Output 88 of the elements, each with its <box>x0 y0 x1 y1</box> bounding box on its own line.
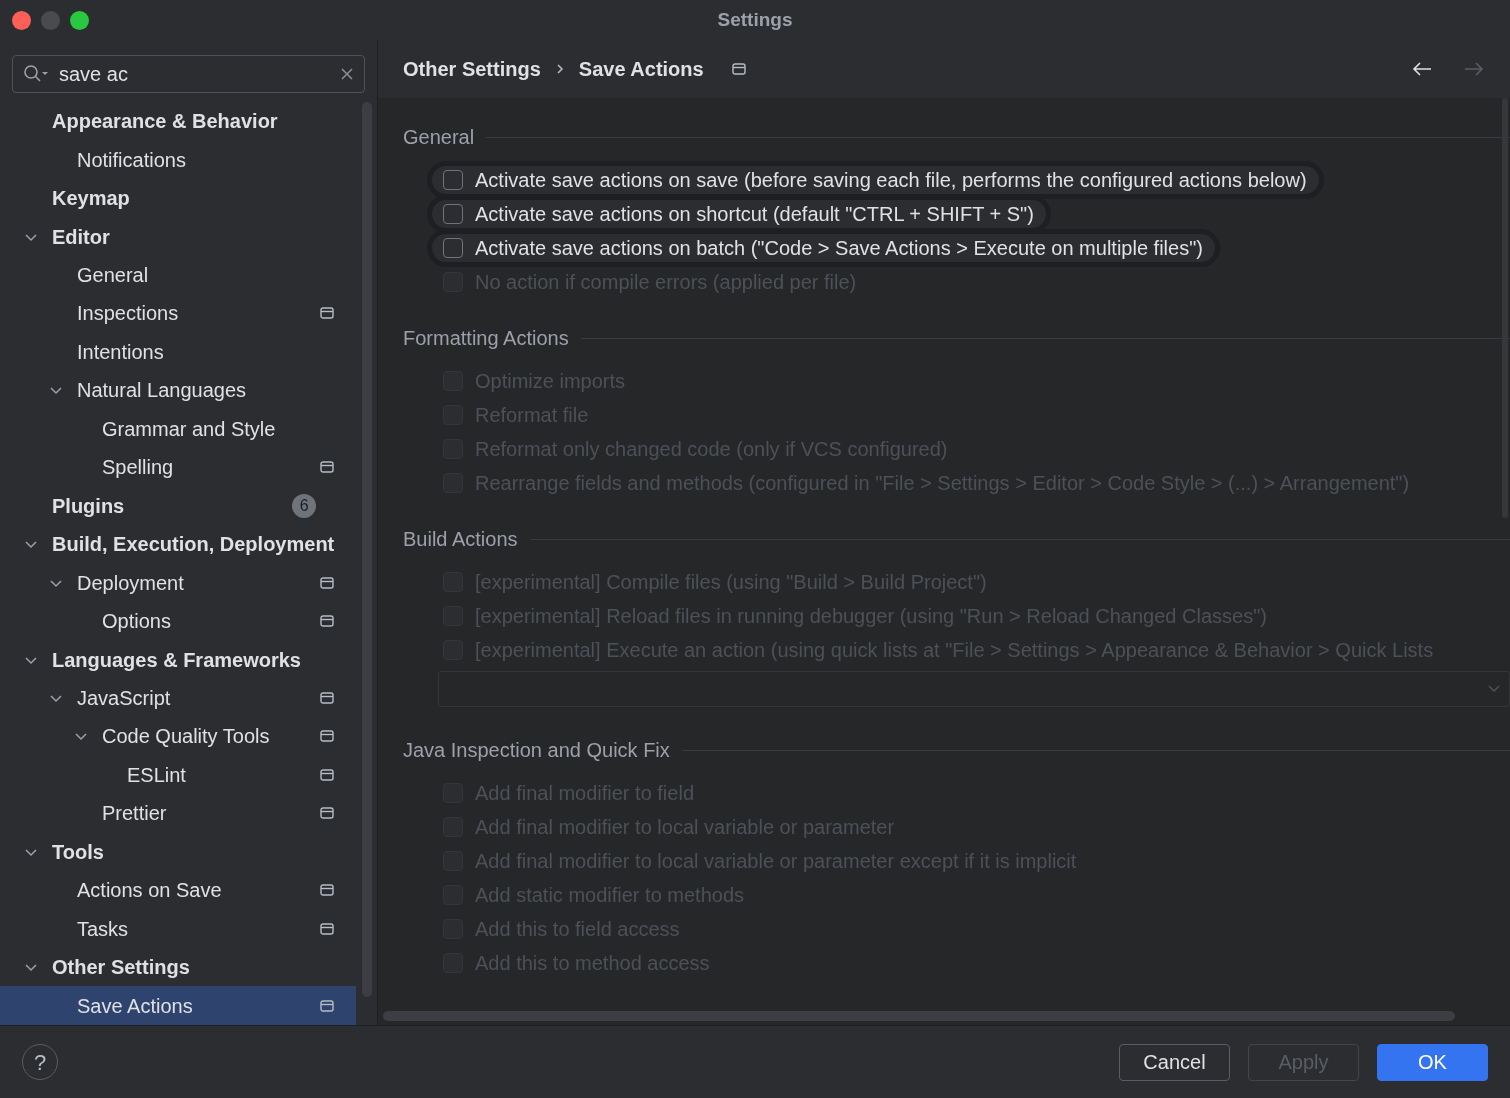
checkbox-label: Activate save actions on save (before saving each file, performs the configured actions below) <box>475 168 1307 193</box>
checkbox[interactable] <box>443 170 463 190</box>
window-icon <box>320 692 335 704</box>
search-query: save ac <box>59 62 129 87</box>
checkbox[interactable] <box>443 204 463 224</box>
tree-item-label: Notifications <box>77 147 186 173</box>
tree-item-label: Tools <box>52 839 104 865</box>
tree-item-label: Intentions <box>77 339 164 365</box>
dialog-button[interactable]: Cancel <box>1119 1043 1230 1081</box>
tree-item[interactable]: Spelling <box>0 448 357 487</box>
tree-item[interactable]: Natural Languages <box>0 371 357 410</box>
tree-item[interactable]: Other Settings <box>0 947 357 987</box>
tree-item-label: Grammar and Style <box>102 416 276 442</box>
tree-item[interactable]: ESLint <box>0 755 357 795</box>
clear-icon[interactable] <box>340 67 354 81</box>
tree-item[interactable]: Tools <box>0 832 357 872</box>
tree-item-label: Actions on Save <box>77 878 222 904</box>
search-field[interactable]: save ac <box>12 55 365 93</box>
window-icon <box>320 922 335 935</box>
tree-item[interactable]: Appearance & Behavior <box>0 102 357 141</box>
tree-item[interactable]: Build, Execution, Deployment <box>0 525 357 564</box>
tree-item[interactable]: Options <box>0 601 357 641</box>
tree-item[interactable]: Actions on Save <box>0 871 357 910</box>
forward-arrow-icon[interactable] <box>1463 61 1485 77</box>
window-icon <box>320 576 335 589</box>
chevron-down-icon <box>1487 684 1501 694</box>
tree-item[interactable]: Intentions <box>0 332 357 372</box>
section-title: Java Inspection and Quick Fix <box>403 738 670 763</box>
tree-item-label: Natural Languages <box>77 378 246 404</box>
window-icon <box>320 884 335 897</box>
close-window-button[interactable] <box>12 10 31 30</box>
tree-item-label: Code Quality Tools <box>102 724 270 750</box>
tree-item[interactable]: JavaScript <box>0 678 357 718</box>
tree-item-label: Inspections <box>77 301 179 327</box>
count-badge: 6 <box>292 493 317 518</box>
window-icon <box>320 999 335 1012</box>
tree-item-label: ESLint <box>127 762 186 788</box>
breadcrumb-item[interactable]: Other Settings <box>403 54 541 84</box>
tree-item[interactable]: Plugins 6 <box>0 486 357 525</box>
section-title: General <box>403 125 475 150</box>
window-icon <box>320 307 335 320</box>
tree-item[interactable]: Prettier <box>0 794 357 833</box>
tree-item-label: Editor <box>52 224 110 250</box>
section-title: Formatting Actions <box>403 326 569 351</box>
window-icon <box>320 615 335 628</box>
tree-item[interactable]: Tasks <box>0 909 357 948</box>
tree-item[interactable]: Notifications <box>0 140 357 179</box>
tree-item-label: Options <box>102 609 171 635</box>
breadcrumb-separator-icon <box>554 63 565 75</box>
window-icon <box>320 730 335 743</box>
tree-item-label: Deployment <box>77 570 184 596</box>
checkbox[interactable] <box>443 238 463 258</box>
checkbox-label: Activate save actions on shortcut (default "CTRL + SHIFT + S") <box>475 202 1034 227</box>
back-arrow-icon[interactable] <box>1411 61 1433 77</box>
dialog-button[interactable]: OK <box>1377 1043 1488 1081</box>
minimize-window-button[interactable] <box>41 10 60 30</box>
search-icon <box>23 64 49 84</box>
window-icon <box>320 461 335 474</box>
tree-item-label: JavaScript <box>77 686 171 711</box>
tree-item[interactable]: Languages & Frameworks <box>0 640 357 679</box>
tree-item-label: Build, Execution, Deployment <box>52 532 335 558</box>
checkbox-label: Activate save actions on batch ("Code > Save Actions > Execute on multiple files") <box>475 236 1203 261</box>
tree-item[interactable]: Deployment <box>0 563 357 602</box>
tree-item-label: Tasks <box>77 916 129 942</box>
tree-item-label: Languages & Frameworks <box>52 647 301 673</box>
window-title: Settings <box>717 7 793 32</box>
tree-item-label: General <box>77 263 149 289</box>
scrollbar[interactable] <box>383 1011 1455 1021</box>
tree-item[interactable]: Code Quality Tools <box>0 717 357 756</box>
tree-item-label: Plugins <box>52 493 125 519</box>
tree-item-label: Spelling <box>102 455 174 481</box>
tree-item[interactable]: Save Actions <box>0 986 357 1025</box>
window-icon <box>320 807 335 820</box>
tree-item-label: Keymap <box>52 186 130 212</box>
tree-item-label: Other Settings <box>52 955 190 981</box>
window-icon <box>320 768 335 781</box>
tree-item[interactable]: Grammar and Style <box>0 409 357 449</box>
tree-item[interactable]: Keymap <box>0 178 357 218</box>
tree-item-label: Appearance & Behavior <box>52 109 278 135</box>
breadcrumb-item: Save Actions <box>578 57 704 82</box>
tree-item-label: Save Actions <box>77 993 193 1019</box>
section-title: Build Actions <box>403 527 518 552</box>
window-icon <box>731 63 746 75</box>
maximize-window-button[interactable] <box>70 10 89 30</box>
tree-item[interactable]: Inspections <box>0 294 357 333</box>
tree-item[interactable]: General <box>0 255 357 295</box>
tree-item[interactable]: Editor <box>0 217 357 256</box>
tree-item-label: Prettier <box>102 801 167 827</box>
